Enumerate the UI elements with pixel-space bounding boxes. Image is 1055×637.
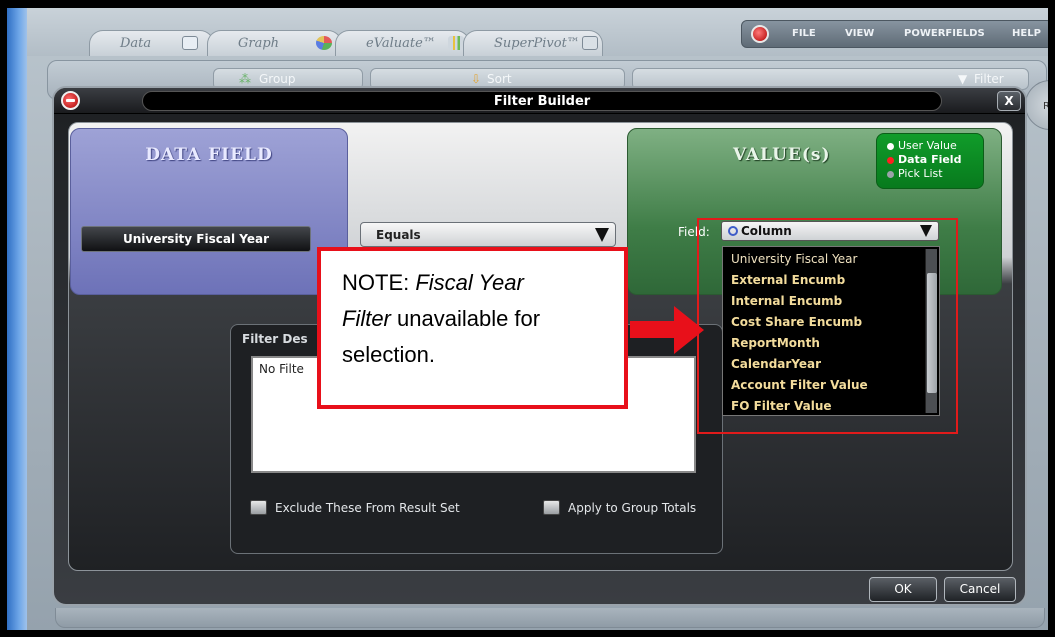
note-suffix-part2: selection. <box>342 342 435 367</box>
refresh-label: Ref <box>1043 101 1050 112</box>
tab-strip: Data Graph eValuate™ SuperPivot™ FILE VI… <box>27 8 1048 56</box>
sort-label: Sort <box>487 72 512 86</box>
annotation-arrow-icon <box>630 321 676 338</box>
checkbox-icon <box>543 500 560 515</box>
note-prefix: NOTE: <box>342 270 416 295</box>
desktop-edge <box>7 8 27 630</box>
menu-help[interactable]: HELP <box>1012 28 1041 39</box>
annotation-note: NOTE: Fiscal Year Filter unavailable for… <box>317 247 628 409</box>
pivot-icon <box>582 36 598 50</box>
filter-icon: ▼ <box>958 72 968 86</box>
ok-button[interactable]: OK <box>869 577 937 602</box>
app-logo-icon <box>751 25 769 43</box>
dialog-titlebar: Filter Builder X <box>54 88 1025 114</box>
note-suffix-part1: unavailable for <box>390 306 541 331</box>
menu-powerfields[interactable]: POWERFIELDS <box>904 28 985 39</box>
apply-label: Apply to Group Totals <box>568 501 697 515</box>
main-menu-bar: FILE VIEW POWERFIELDS HELP <box>741 20 1048 48</box>
filter-label: Filter <box>974 72 1004 86</box>
radio-dot-icon <box>887 170 894 178</box>
filter-description-label: Filter Des <box>242 332 308 346</box>
radio-pick-list-label: Pick List <box>898 167 943 180</box>
radio-dot-icon <box>887 142 894 150</box>
radio-user-value-label: User Value <box>898 139 957 152</box>
group-label: Group <box>259 72 296 86</box>
annotation-arrowhead-icon <box>674 306 704 354</box>
tab-data-label: Data <box>120 36 152 51</box>
radio-user-value[interactable]: User Value <box>887 139 957 152</box>
operator-value: Equals <box>376 228 421 242</box>
annotation-highlight-box <box>697 218 958 434</box>
tab-graph-label: Graph <box>238 36 280 51</box>
operator-select[interactable]: Equals <box>360 222 616 247</box>
app-logo-icon <box>61 91 80 110</box>
exclude-label: Exclude These From Result Set <box>275 501 460 515</box>
checkbox-icon <box>250 500 267 515</box>
radio-pick-list[interactable]: Pick List <box>887 167 943 180</box>
radio-data-field-label: Data Field <box>898 153 962 166</box>
apply-group-totals-checkbox[interactable]: Apply to Group Totals <box>543 500 696 515</box>
table-icon <box>182 36 198 50</box>
note-emphasis-part1: Fiscal Year <box>415 270 524 295</box>
value-mode-group: User Value Data Field Pick List <box>876 133 984 189</box>
tab-evaluate[interactable]: eValuate™ <box>335 30 470 56</box>
close-button[interactable]: X <box>997 91 1021 111</box>
value-heading: VALUE(s) <box>733 145 831 165</box>
sort-icon: ⇩ <box>471 72 482 86</box>
bar-chart-icon <box>448 36 464 50</box>
radio-dot-icon <box>887 156 894 164</box>
pie-chart-icon <box>316 36 332 50</box>
exclude-checkbox[interactable]: Exclude These From Result Set <box>250 500 460 515</box>
dialog-title: Filter Builder <box>142 91 942 111</box>
data-field-panel: DATA FIELD University Fiscal Year <box>70 128 348 295</box>
workspace-footer <box>55 608 1045 628</box>
tab-superpivot-label: SuperPivot™ <box>494 36 580 51</box>
tab-evaluate-label: eValuate™ <box>366 36 436 51</box>
tab-data[interactable]: Data <box>89 30 214 56</box>
group-icon: ⁂ <box>239 72 251 86</box>
data-field-heading: DATA FIELD <box>145 145 273 165</box>
tab-superpivot[interactable]: SuperPivot™ <box>463 30 603 56</box>
menu-file[interactable]: FILE <box>792 28 816 39</box>
data-field-button[interactable]: University Fiscal Year <box>81 226 311 252</box>
note-emphasis-part2: Filter <box>342 306 391 331</box>
tab-graph[interactable]: Graph <box>207 30 342 56</box>
chevron-down-icon <box>595 228 609 242</box>
radio-data-field[interactable]: Data Field <box>887 153 961 166</box>
menu-view[interactable]: VIEW <box>845 28 874 39</box>
cancel-button[interactable]: Cancel <box>944 577 1016 602</box>
